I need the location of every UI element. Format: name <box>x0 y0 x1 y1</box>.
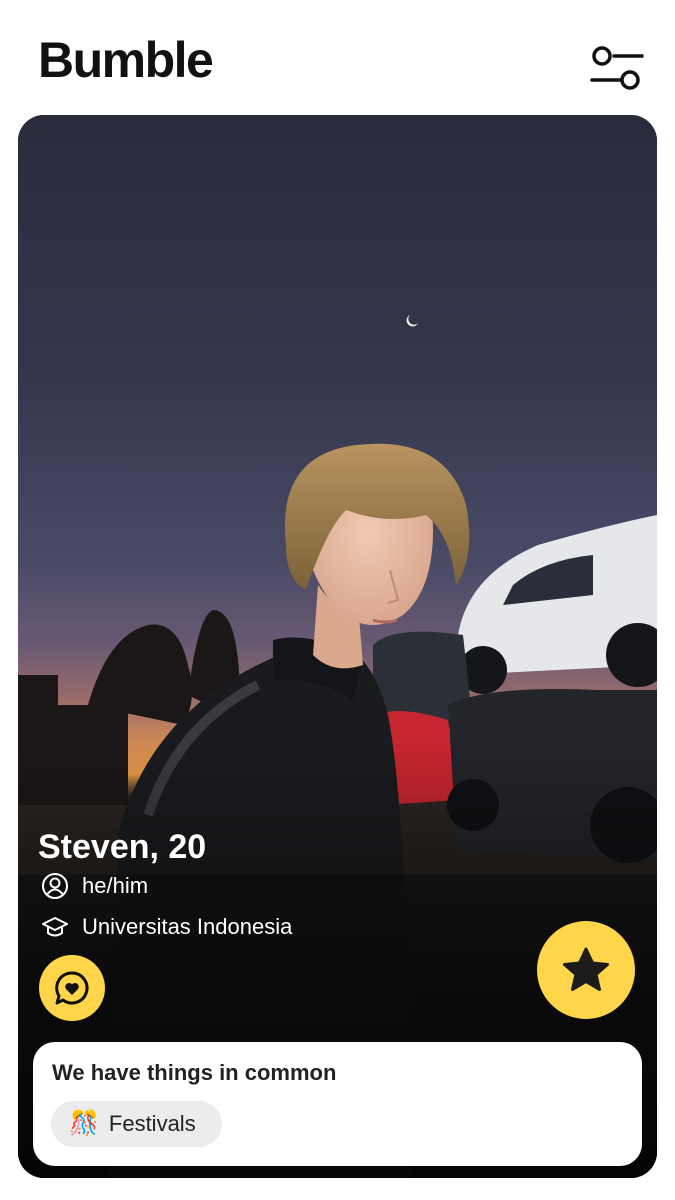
star-icon <box>563 947 609 991</box>
superswipe-button[interactable] <box>537 921 635 1019</box>
chat-heart-icon <box>55 971 89 1005</box>
pronouns-text: he/him <box>82 873 149 898</box>
things-in-common-panel: We have things in common 🎊 Festivals <box>33 1042 642 1166</box>
school-row: Universitas Indonesia <box>40 912 292 942</box>
profile-card[interactable]: Steven, 20 he/him Universitas Indonesia <box>18 115 657 1178</box>
pronouns-row: he/him <box>40 871 148 901</box>
things-in-common-title: We have things in common <box>52 1060 337 1085</box>
app-root: Bumble Steven, 20 he/him Universitas Ind… <box>0 0 675 1200</box>
interest-chip-label: Festivals <box>108 1111 196 1136</box>
graduation-cap-icon <box>40 912 70 942</box>
filter-button[interactable] <box>588 42 646 94</box>
festival-confetti-icon: 🎊 <box>69 1110 99 1137</box>
profile-name-age: Steven, 20 <box>38 828 207 866</box>
interest-chip-festivals[interactable]: 🎊 Festivals <box>51 1101 222 1147</box>
top-bar: Bumble <box>0 0 675 110</box>
school-text: Universitas Indonesia <box>82 914 293 939</box>
compliment-button[interactable] <box>39 955 105 1021</box>
person-circle-icon <box>40 871 70 901</box>
filter-sliders-icon <box>590 46 644 90</box>
brand-logo: Bumble <box>38 32 214 88</box>
